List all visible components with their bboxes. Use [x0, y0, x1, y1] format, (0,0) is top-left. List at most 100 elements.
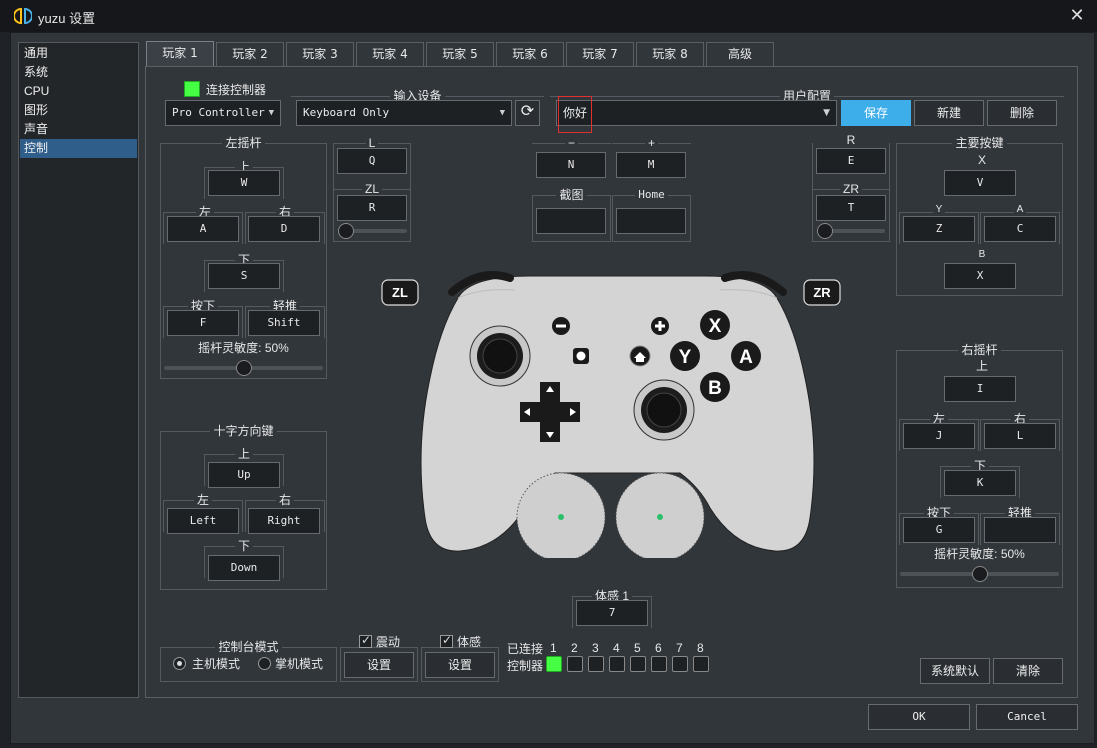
- x-key[interactable]: V: [944, 170, 1016, 196]
- sidebar-item-controls[interactable]: 控制: [20, 139, 137, 158]
- ls-press-key[interactable]: F: [167, 310, 239, 336]
- l-key[interactable]: Q: [337, 148, 407, 174]
- ls-modifier-key[interactable]: Shift: [248, 310, 320, 336]
- sidebar-item-general[interactable]: 通用: [20, 44, 137, 63]
- vibration-label: 震动: [376, 635, 401, 649]
- dpad-right-key[interactable]: Right: [248, 508, 320, 534]
- motion-checkbox[interactable]: ✓: [440, 633, 453, 648]
- tab-player-5[interactable]: 玩家 5: [426, 42, 494, 66]
- b-key[interactable]: X: [944, 263, 1016, 289]
- plus-key[interactable]: M: [616, 152, 686, 178]
- dpad-up-label: 上: [234, 447, 253, 461]
- rs-down-key[interactable]: K: [944, 470, 1016, 496]
- sidebar-item-audio[interactable]: 声音: [20, 120, 137, 139]
- sidebar-item-graphics[interactable]: 图形: [20, 101, 137, 120]
- minus-key[interactable]: N: [536, 152, 606, 178]
- window-title: yuzu 设置: [38, 11, 96, 26]
- save-button[interactable]: 保存: [841, 100, 911, 126]
- tab-player-4[interactable]: 玩家 4: [356, 42, 424, 66]
- tab-player-1[interactable]: 玩家 1: [146, 41, 214, 67]
- connected-indicator-1[interactable]: [546, 656, 562, 672]
- y-button-text: Y: [679, 347, 692, 368]
- a-label: A: [1013, 204, 1027, 215]
- ls-up-key[interactable]: W: [208, 170, 280, 196]
- zr-threshold-knob[interactable]: [817, 223, 833, 239]
- motion-settings-button[interactable]: 设置: [425, 652, 495, 678]
- ok-button[interactable]: OK: [868, 704, 970, 730]
- rs-sensitivity-knob[interactable]: [971, 566, 988, 582]
- delete-button[interactable]: 删除: [987, 100, 1057, 126]
- a-key[interactable]: C: [984, 216, 1056, 242]
- rs-press-key[interactable]: G: [903, 517, 975, 543]
- profile-select[interactable]: 你好 ▼: [556, 100, 837, 126]
- close-icon[interactable]: ✕: [1066, 4, 1088, 26]
- dpad-down-key[interactable]: Down: [208, 555, 280, 581]
- input-device-select[interactable]: Keyboard Only ▼: [296, 100, 512, 126]
- connected-indicator-2[interactable]: [567, 656, 583, 672]
- restore-defaults-button[interactable]: 系统默认: [920, 658, 990, 684]
- zl-key[interactable]: R: [337, 195, 407, 221]
- capture-glyph: [576, 351, 586, 361]
- connect-checkbox[interactable]: [184, 81, 200, 97]
- rs-left-key[interactable]: J: [903, 423, 975, 449]
- chevron-down-icon: ▼: [823, 108, 830, 118]
- tab-player-8[interactable]: 玩家 8: [636, 42, 704, 66]
- tab-player-3[interactable]: 玩家 3: [286, 42, 354, 66]
- left-stick-icon: [482, 338, 518, 374]
- y-key[interactable]: Z: [903, 216, 975, 242]
- connected-number-7: 7: [676, 641, 683, 655]
- clear-button[interactable]: 清除: [993, 658, 1063, 684]
- ls-down-key[interactable]: S: [208, 263, 280, 289]
- dpad-left-label: 左: [193, 493, 212, 507]
- radio-dot: [177, 661, 182, 666]
- connected-indicator-5[interactable]: [630, 656, 646, 672]
- motion-cfg-label: 体感: [457, 635, 482, 649]
- ls-sensitivity-knob[interactable]: [235, 360, 252, 376]
- connected-indicator-8[interactable]: [693, 656, 709, 672]
- sidebar-item-system[interactable]: 系统: [20, 63, 137, 82]
- rs-up-label: 上: [975, 359, 988, 373]
- motion-key[interactable]: 7: [576, 600, 648, 626]
- vibration-settings-button[interactable]: 设置: [344, 652, 414, 678]
- zr-key[interactable]: T: [816, 195, 886, 221]
- controllers-label: 控制器: [507, 659, 544, 673]
- tab-advanced[interactable]: 高级: [706, 42, 774, 66]
- home-key[interactable]: [616, 208, 686, 234]
- r-key[interactable]: E: [816, 148, 886, 174]
- dpad-up-key[interactable]: Up: [208, 462, 280, 488]
- connected-label: 已连接: [507, 642, 544, 656]
- connected-indicator-4[interactable]: [609, 656, 625, 672]
- face-buttons-title: 主要按键: [952, 136, 1007, 150]
- controller-type-select[interactable]: Pro Controller ▼: [165, 100, 281, 126]
- tab-player-6[interactable]: 玩家 6: [496, 42, 564, 66]
- handheld-radio[interactable]: [258, 657, 271, 670]
- highlight-box: [558, 96, 592, 133]
- tab-player-7[interactable]: 玩家 7: [566, 42, 634, 66]
- r-label: R: [846, 133, 856, 147]
- rs-right-key[interactable]: L: [984, 423, 1056, 449]
- right-stick-title: 右摇杆: [958, 343, 1001, 357]
- plus-glyph-v: [658, 321, 662, 331]
- tab-player-2[interactable]: 玩家 2: [216, 42, 284, 66]
- rs-modifier-key[interactable]: [984, 517, 1056, 543]
- rs-up-key[interactable]: I: [944, 376, 1016, 402]
- docked-radio[interactable]: [173, 657, 186, 670]
- connected-number-4: 4: [613, 641, 620, 655]
- zl-threshold-knob[interactable]: [338, 223, 354, 239]
- capture-key[interactable]: [536, 208, 606, 234]
- connected-indicator-7[interactable]: [672, 656, 688, 672]
- ls-sensitivity-label: 摇杆灵敏度: 50%: [198, 341, 289, 355]
- dpad-left-key[interactable]: Left: [167, 508, 239, 534]
- refresh-button[interactable]: ⟳: [515, 100, 540, 126]
- connected-indicator-6[interactable]: [651, 656, 667, 672]
- connected-indicator-3[interactable]: [588, 656, 604, 672]
- vibration-checkbox[interactable]: ✓: [359, 633, 372, 648]
- checkmark-icon: ✓: [442, 633, 453, 647]
- sidebar-item-cpu[interactable]: CPU: [20, 82, 137, 101]
- zr-badge-text: ZR: [813, 285, 831, 300]
- ls-left-key[interactable]: A: [167, 216, 239, 242]
- cancel-button[interactable]: Cancel: [976, 704, 1078, 730]
- new-button[interactable]: 新建: [914, 100, 984, 126]
- connected-number-6: 6: [655, 641, 662, 655]
- ls-right-key[interactable]: D: [248, 216, 320, 242]
